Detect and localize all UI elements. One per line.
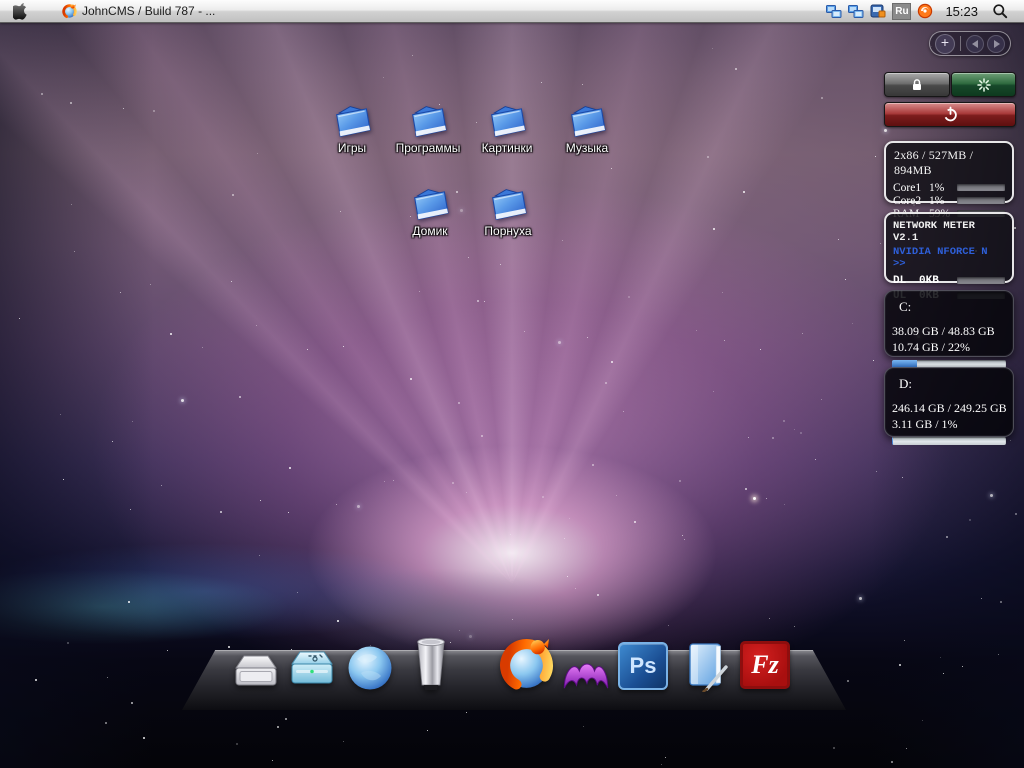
active-app: JohnCMS / Build 787 - ... xyxy=(62,4,215,19)
photoshop-icon: Ps xyxy=(618,642,668,690)
lock-button[interactable] xyxy=(884,72,950,97)
disk-d-free: 3.11 GB / 1% xyxy=(892,417,1006,432)
dock-miranda[interactable] xyxy=(560,656,612,690)
folder-adult[interactable]: Порнуха xyxy=(463,186,553,238)
dl-label: DL xyxy=(893,275,919,287)
refresh-button[interactable] xyxy=(951,72,1016,97)
dl-bar xyxy=(957,277,1005,284)
app-tray-icon[interactable] xyxy=(870,3,886,19)
disk-c-capacity: 38.09 GB / 48.83 GB xyxy=(892,324,1006,339)
disk-d-bar-fill xyxy=(892,437,893,445)
folder-programs[interactable]: Программы xyxy=(383,103,473,155)
cpu-meter-title: 2x86 / 527MB / 894MB xyxy=(894,148,1005,178)
folder-icon xyxy=(408,186,452,222)
folder-label: Порнуха xyxy=(484,224,531,238)
dock-photoshop[interactable]: Ps xyxy=(618,642,668,690)
network-tray-icon[interactable] xyxy=(826,3,842,19)
folder-label: Игры xyxy=(338,141,366,155)
cpu-core2-row: Core2 1% xyxy=(893,194,1005,207)
disk-c-name: C: xyxy=(899,299,1006,315)
back-arrow-icon xyxy=(972,40,978,48)
firefox-app-icon xyxy=(62,4,77,19)
power-button[interactable] xyxy=(884,102,1016,127)
forward-arrow-button[interactable] xyxy=(987,35,1005,53)
filezilla-icon: Fz xyxy=(740,641,790,689)
starburst-icon xyxy=(977,78,991,92)
folder-icon xyxy=(330,103,374,139)
disk-c-widget: C: 38.09 GB / 48.83 GB 10.74 GB / 22% xyxy=(884,290,1014,357)
clock[interactable]: 15:23 xyxy=(945,4,978,19)
folder-icon xyxy=(485,103,529,139)
disk-d-widget: D: 246.14 GB / 249.25 GB 3.11 GB / 1% xyxy=(884,367,1014,437)
back-arrow-button[interactable] xyxy=(966,35,984,53)
core2-value: 1% xyxy=(929,195,955,207)
network-meter-widget: NETWORK METER V2.1 NVIDIA NFORCE N >> DL… xyxy=(884,212,1014,283)
miranda-icon xyxy=(560,656,612,690)
folder-music[interactable]: Музыка xyxy=(542,103,632,155)
firefox-icon xyxy=(499,638,554,693)
dock-firefox[interactable] xyxy=(499,638,554,693)
cpu-meter-widget: 2x86 / 527MB / 894MB Core1 1% Core2 1% R… xyxy=(884,141,1014,203)
folder-label: Домик xyxy=(412,224,447,238)
dock-notebook[interactable] xyxy=(682,640,730,692)
photoshop-icon-text: Ps xyxy=(630,653,657,679)
lock-icon xyxy=(910,78,924,92)
hard-drive-icon xyxy=(231,652,281,690)
disk-d-name: D: xyxy=(899,376,1006,392)
notebook-icon xyxy=(682,640,730,692)
trash-icon xyxy=(409,634,453,692)
folder-label: Картинки xyxy=(482,141,533,155)
core1-label: Core1 xyxy=(893,182,929,194)
cpu-core1-row: Core1 1% xyxy=(893,181,1005,194)
folder-label: Музыка xyxy=(566,141,608,155)
widget-nav-toolbar: + xyxy=(929,31,1011,56)
dock-external-drive[interactable] xyxy=(287,649,337,689)
active-app-title: JohnCMS / Build 787 - ... xyxy=(82,4,215,18)
network-tray-icon-2[interactable] xyxy=(848,3,864,19)
disk-d-capacity: 246.14 GB / 249.25 GB xyxy=(892,401,1006,416)
folder-label: Программы xyxy=(396,141,461,155)
dock-network-globe[interactable] xyxy=(347,645,393,691)
core2-label: Core2 xyxy=(893,195,929,207)
power-icon xyxy=(942,106,959,123)
disk-c-free: 10.74 GB / 22% xyxy=(892,340,1006,355)
globe-icon xyxy=(347,645,393,691)
core2-bar xyxy=(957,197,1005,204)
dl-value: 0KB xyxy=(919,275,955,287)
core1-value: 1% xyxy=(929,182,955,194)
network-meter-title: NETWORK METER V2.1 xyxy=(893,220,1005,244)
add-widget-button[interactable]: + xyxy=(935,34,955,54)
dock-hard-drive[interactable] xyxy=(231,652,281,690)
download-row: DL 0KB xyxy=(893,274,1005,287)
apple-menu-icon[interactable] xyxy=(13,2,28,20)
folder-icon xyxy=(565,103,609,139)
folder-pictures[interactable]: Картинки xyxy=(462,103,552,155)
forward-arrow-icon xyxy=(994,40,1000,48)
folder-home[interactable]: Домик xyxy=(385,186,475,238)
search-icon[interactable] xyxy=(992,3,1008,19)
toolbar-divider xyxy=(960,36,961,51)
network-adapter-link[interactable]: NVIDIA NFORCE N >> xyxy=(893,246,1005,270)
language-indicator[interactable]: Ru xyxy=(892,3,911,20)
menu-bar: JohnCMS / Build 787 - ... Ru 15:23 xyxy=(0,0,1024,23)
dock-trash[interactable] xyxy=(409,634,453,692)
disk-d-bar xyxy=(892,437,1006,445)
orange-app-tray-icon[interactable] xyxy=(917,3,933,19)
external-drive-icon xyxy=(287,649,337,689)
filezilla-icon-text: Fz xyxy=(751,650,778,680)
folder-icon xyxy=(486,186,530,222)
core1-bar xyxy=(957,184,1005,191)
dock-filezilla[interactable]: Fz xyxy=(740,641,790,689)
folder-icon xyxy=(406,103,450,139)
